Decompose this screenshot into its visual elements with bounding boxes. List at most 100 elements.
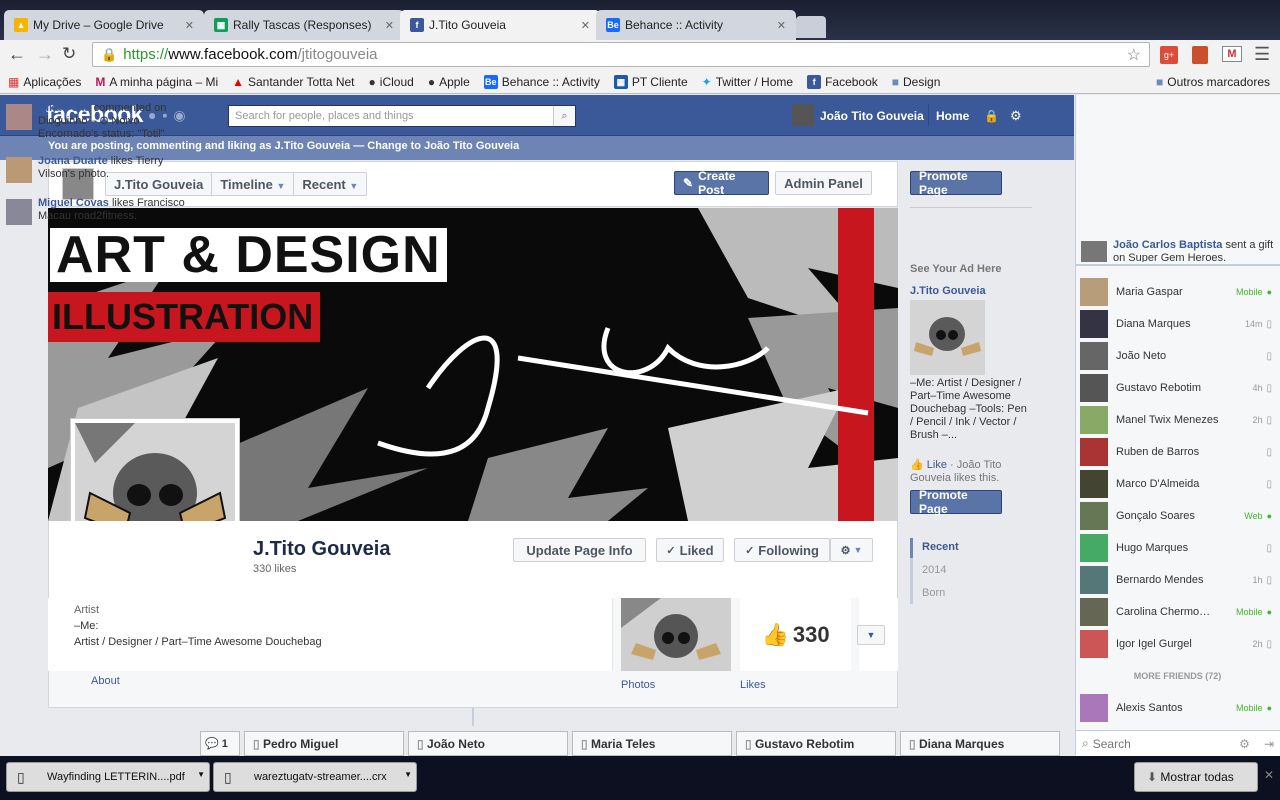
avatar xyxy=(1080,598,1108,626)
bookmarks-bar: ▦ Aplicações MA minha página – Mi ▲ Santan… xyxy=(0,70,1280,94)
ticker-item[interactable]: Miguel Covas likes Francisco Macau road2… xyxy=(6,197,200,225)
tab-rally-tascas[interactable]: ▦ Rally Tascas (Responses) ✕ xyxy=(204,10,404,40)
update-page-info-button[interactable]: Update Page Info xyxy=(513,538,646,562)
bookmark-design[interactable]: ■ Design xyxy=(892,75,941,89)
create-post-button[interactable]: ✎ Create Post xyxy=(674,169,769,197)
year-recent[interactable]: Recent xyxy=(922,541,959,553)
bookmark-extension-icon[interactable] xyxy=(1192,46,1208,64)
friend-row[interactable]: Manel Twix Menezes 2h ▯ xyxy=(1080,406,1272,434)
following-button[interactable]: ✓ Following xyxy=(734,538,830,562)
home-link[interactable]: Home xyxy=(936,109,969,123)
mobile-icon: ▯ xyxy=(1266,318,1272,330)
reload-icon[interactable]: ↻ xyxy=(62,44,76,64)
friend-row[interactable]: Igor Igel Gurgel 2h ▯ xyxy=(1080,630,1272,658)
new-tab-button[interactable] xyxy=(796,16,826,38)
bookmark-apps[interactable]: ▦ Aplicações xyxy=(8,75,81,89)
tab-jtito-gouveia[interactable]: f J.Tito Gouveia ✕ xyxy=(400,10,600,40)
about-link[interactable]: About xyxy=(91,675,120,687)
friend-row[interactable]: Alexis Santos Mobile ● xyxy=(1080,694,1272,722)
ad-like-link[interactable]: Like xyxy=(927,459,947,471)
year-2014[interactable]: 2014 xyxy=(922,564,946,576)
gmail-icon[interactable]: M xyxy=(1222,46,1242,62)
ticker-item[interactable]: Joana Duarte likes Tierry Vilson's photo… xyxy=(6,155,200,183)
chat-tab[interactable]: ▯ Gustavo Rebotim xyxy=(736,731,896,756)
bookmark-santander[interactable]: ▲ Santander Totta Net xyxy=(232,75,354,89)
back-icon[interactable]: ← xyxy=(8,44,26,65)
ad-image[interactable] xyxy=(910,300,985,375)
pop-out-icon[interactable]: ⇥ xyxy=(1264,737,1274,751)
close-icon[interactable]: ✕ xyxy=(185,19,194,32)
avatar xyxy=(1080,694,1108,722)
likes-link[interactable]: Likes xyxy=(740,679,766,691)
bookmark-twitter[interactable]: ✦ Twitter / Home xyxy=(702,75,793,89)
year-born[interactable]: Born xyxy=(922,587,945,599)
chat-overflow-button[interactable]: 💬 1 xyxy=(200,731,240,756)
chat-tab[interactable]: ▯ Diana Marques xyxy=(900,731,1060,756)
friend-row[interactable]: Ruben de Barros ▯ xyxy=(1080,438,1272,466)
friend-row[interactable]: João Neto ▯ xyxy=(1080,342,1272,370)
friend-row[interactable]: Diana Marques 14m ▯ xyxy=(1080,310,1272,338)
chevron-down-icon: ▼ xyxy=(276,181,286,191)
ticker-item[interactable]: João Carlos Baptista sent a gift on Supe… xyxy=(1081,239,1275,262)
twitter-bird-icon: ✦ xyxy=(701,74,712,89)
recent-dropdown[interactable]: Recent ▼ xyxy=(294,173,366,195)
download-item[interactable]: ▯ Wayfinding LETTERIN....pdf ▼ xyxy=(6,762,210,792)
ticker-item[interactable]: Nika Pena commented on Dioguinho – O Noi… xyxy=(6,102,200,141)
ticker-divider[interactable] xyxy=(1075,264,1280,266)
download-item[interactable]: ▯ wareztugatv-streamer....crx ▼ xyxy=(213,762,417,792)
chat-tab[interactable]: ▯ Maria Teles xyxy=(572,731,732,756)
google-plus-icon[interactable]: g+ xyxy=(1160,46,1178,64)
gear-icon[interactable]: ⚙ xyxy=(1010,108,1022,124)
profile-name[interactable]: J.Tito Gouveia xyxy=(253,538,390,561)
friend-row[interactable]: Marco D'Almeida ▯ xyxy=(1080,470,1272,498)
close-icon[interactable]: ✕ xyxy=(777,19,786,32)
friend-row[interactable]: Gonçalo Soares Web ● xyxy=(1080,502,1272,530)
expand-apps-button[interactable]: ▼ xyxy=(857,625,885,645)
bookmark-icloud[interactable]: ● iCloud xyxy=(369,75,414,89)
friend-row[interactable]: Carolina Chermo… Mobile ● xyxy=(1080,598,1272,626)
timeline-dropdown[interactable]: Timeline ▼ xyxy=(212,173,295,195)
gear-icon[interactable]: ⚙ xyxy=(1239,737,1250,751)
page-options-button[interactable]: ⚙ ▼ xyxy=(830,538,873,562)
star-icon[interactable]: ☆ xyxy=(1127,45,1141,65)
header-user-name[interactable]: João Tito Gouveia xyxy=(820,109,924,123)
photos-thumbnail[interactable] xyxy=(621,598,731,671)
friend-row[interactable]: Hugo Marques ▯ xyxy=(1080,534,1272,562)
bookmark-other[interactable]: ■ Outros marcadores xyxy=(1156,75,1280,89)
bookmark-behance[interactable]: Be Behance :: Activity xyxy=(483,74,600,89)
likes-box[interactable]: 👍 330 xyxy=(740,598,851,671)
avatar[interactable] xyxy=(792,104,814,126)
chat-tab[interactable]: ▯ Pedro Miguel xyxy=(244,731,404,756)
forward-icon[interactable]: → xyxy=(36,44,54,65)
folder-icon: ■ xyxy=(1156,74,1164,89)
promote-page-button-2[interactable]: Promote Page xyxy=(910,488,1002,516)
address-bar[interactable]: 🔒 https://www.facebook.com/jtitogouveia … xyxy=(92,42,1150,67)
menu-icon[interactable]: ☰ xyxy=(1254,44,1270,65)
close-icon[interactable]: ✕ xyxy=(581,19,590,32)
friend-row[interactable]: Bernardo Mendes 1h ▯ xyxy=(1080,566,1272,594)
chat-tab[interactable]: ▯ João Neto xyxy=(408,731,568,756)
bookmark-pt-cliente[interactable]: ▦ PT Cliente xyxy=(613,74,688,89)
friend-row[interactable]: Gustavo Rebotim 4h ▯ xyxy=(1080,374,1272,402)
show-all-downloads-button[interactable]: ⬇ Mostrar todas xyxy=(1134,762,1258,792)
photos-link[interactable]: Photos xyxy=(621,679,655,691)
search-input[interactable]: Search for people, places and things ⌕ xyxy=(228,105,576,127)
sheets-icon: ▦ xyxy=(214,18,228,32)
chat-search-input[interactable]: ⌕ Search ⚙ ⇥ xyxy=(1076,730,1280,756)
bookmark-a-minha-pagina[interactable]: MA minha página – Mi xyxy=(95,75,218,89)
tab-google-drive[interactable]: ▲ My Drive – Google Drive ✕ xyxy=(4,10,204,40)
tab-behance[interactable]: Be Behance :: Activity ✕ xyxy=(596,10,796,40)
avatar xyxy=(1080,502,1108,530)
ad-title[interactable]: J.Tito Gouveia xyxy=(910,285,986,297)
promote-page-button[interactable]: Promote Page xyxy=(910,169,1002,197)
privacy-icon[interactable]: 🔒 xyxy=(984,109,999,123)
search-icon[interactable]: ⌕ xyxy=(553,106,575,126)
close-icon[interactable]: ✕ xyxy=(1264,768,1274,782)
bookmark-facebook[interactable]: f Facebook xyxy=(807,74,878,89)
close-icon[interactable]: ✕ xyxy=(385,19,394,32)
liked-button[interactable]: ✓ Liked xyxy=(656,538,724,562)
ad-social: 👍 Like · João Tito Gouveia likes this. xyxy=(910,459,1002,484)
bookmark-apple[interactable]: ● Apple xyxy=(428,75,470,89)
admin-panel-button[interactable]: Admin Panel xyxy=(775,171,872,195)
friend-row[interactable]: Maria Gaspar Mobile ● xyxy=(1080,278,1272,306)
